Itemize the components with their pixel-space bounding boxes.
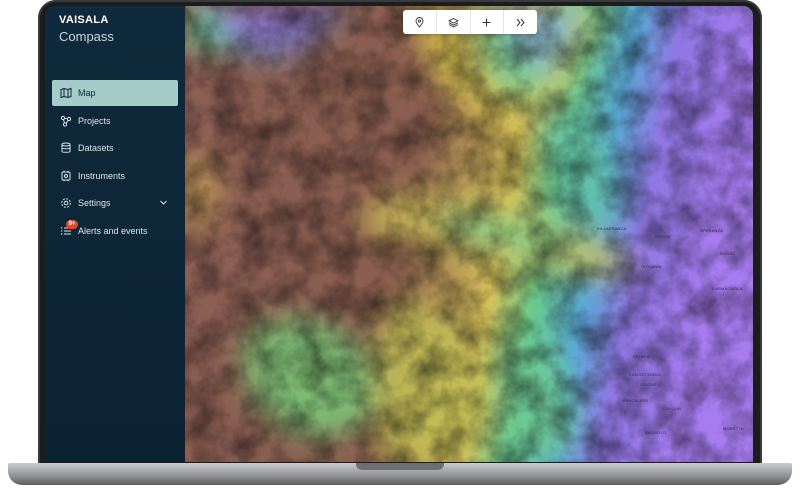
sidebar-item-label: Projects — [78, 115, 111, 126]
map-place-label: ROSSO — [720, 251, 736, 256]
sidebar-item-projects[interactable]: Projects — [52, 108, 178, 134]
map-place-label: SPERANZA — [700, 228, 724, 233]
map-place-label: CAVOUR — [663, 406, 682, 411]
sidebar-item-label: Instruments — [78, 170, 126, 181]
sidebar-item-datasets[interactable]: Datasets — [52, 135, 178, 161]
alerts-badge: 9+ — [66, 219, 78, 229]
expand-button[interactable] — [504, 10, 537, 34]
sidebar-item-map[interactable]: Map — [52, 80, 178, 106]
chevron-down-icon[interactable] — [159, 198, 168, 207]
app-screen: VAISALA Compass Map Projects Datasets In… — [45, 6, 753, 462]
app-name: Compass — [59, 29, 114, 44]
gear-icon — [60, 197, 72, 209]
sidebar-item-label: Settings — [78, 198, 111, 208]
zoom-in-button[interactable] — [471, 10, 505, 34]
plus-icon — [482, 18, 491, 26]
instrument-icon — [60, 170, 72, 182]
location-pin-icon — [415, 16, 424, 28]
sidebar-item-instruments[interactable]: Instruments — [52, 163, 178, 189]
map-place-label: MONTE — [655, 234, 671, 239]
laptop-notch — [356, 463, 444, 470]
projects-icon — [60, 115, 72, 127]
sidebar-nav: Map Projects Datasets Instruments Settin… — [52, 80, 178, 245]
map-place-label: PANCALIERI — [623, 398, 649, 403]
location-button[interactable] — [403, 10, 437, 34]
brand-name: VAISALA — [59, 14, 109, 26]
map-place-label: VILLAFRANCA — [597, 226, 627, 231]
map-place-label: MORETTA — [723, 426, 744, 431]
sidebar-item-label: Alerts and events — [78, 225, 148, 236]
sidebar-item-label: Datasets — [78, 143, 114, 153]
laptop-frame: VAISALA Compass Map Projects Datasets In… — [0, 0, 800, 488]
map-place-label: GIOVANNI — [641, 264, 662, 269]
sidebar-item-label: Map — [78, 88, 96, 98]
map-place-label: SAN SECONDO — [629, 372, 661, 377]
sidebar-item-alerts[interactable]: 9+ Alerts and events — [52, 218, 178, 244]
map-view[interactable]: VILLAFRANCA MONTE SPERANZA GIOVANNI ROSS… — [185, 6, 753, 462]
layers-button[interactable] — [437, 10, 471, 34]
map-toolbar — [403, 10, 537, 34]
layers-icon — [447, 17, 459, 27]
map-place-label: CARMAGNOLA — [712, 286, 743, 291]
sidebar-item-settings[interactable]: Settings — [52, 190, 178, 216]
sidebar: VAISALA Compass Map Projects Datasets In… — [45, 6, 185, 462]
map-place-label: BAGNOLO — [645, 430, 667, 435]
map-icon — [60, 87, 72, 99]
map-place-label: PIOBESI — [633, 354, 651, 359]
map-place-label: VIGONE — [640, 382, 657, 387]
double-chevron-right-icon — [516, 18, 525, 26]
database-icon — [60, 142, 72, 154]
brand: VAISALA Compass — [59, 14, 114, 44]
